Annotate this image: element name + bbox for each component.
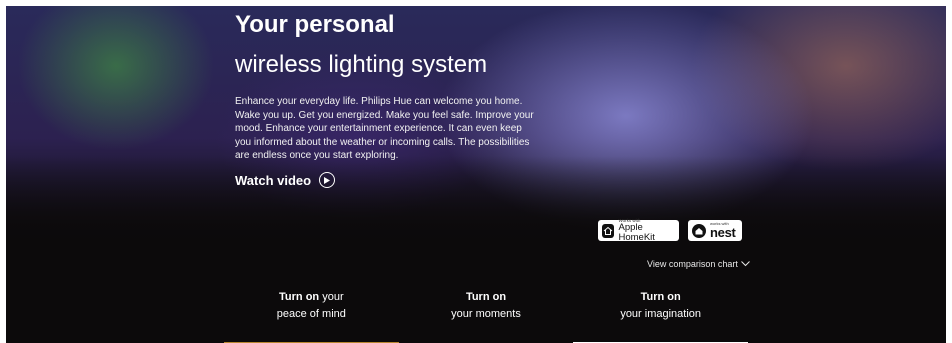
hero-frame: Your personal wireless lighting system E… [6,6,946,343]
tab-bold-label: Turn on [279,291,320,303]
tab-line2: your imagination [620,308,702,320]
tab-rest-label: your [319,291,344,303]
tab-your-imagination[interactable]: Turn on your imagination [573,289,749,343]
apple-homekit-badge[interactable]: Works with Apple HomeKit [598,218,679,243]
watch-video-label: Watch video [235,172,312,188]
feature-tabs: Turn on your peace of mind Turn on your … [224,289,749,343]
comparison-label: View comparison chart [647,259,738,269]
nest-badge[interactable]: works with nest [688,220,742,241]
nest-label: nest [710,225,736,240]
tab-line2: your moments [451,308,521,320]
hero-intro-text: Enhance your everyday life. Philips Hue … [235,96,534,161]
tab-bold-label: Turn on [465,291,507,303]
chevron-down-icon [741,259,750,269]
watch-video-button[interactable]: Watch video [235,172,336,188]
tab-your-moments[interactable]: Turn on your moments [399,289,574,343]
hero-title-line2: wireless lighting system [235,51,488,78]
tab-bold-label: Turn on [640,291,681,303]
hero-title-line1: Your personal [235,11,395,38]
tab-line2: peace of mind [276,308,346,320]
hero-fade-overlay [6,156,946,251]
homekit-label: Apple HomeKit [618,222,655,243]
tab-peace-of-mind[interactable]: Turn on your peace of mind [224,289,399,343]
play-icon[interactable] [319,172,336,188]
home-icon [602,223,615,238]
view-comparison-chart-link[interactable]: View comparison chart [647,259,750,269]
nest-home-icon [692,223,706,238]
